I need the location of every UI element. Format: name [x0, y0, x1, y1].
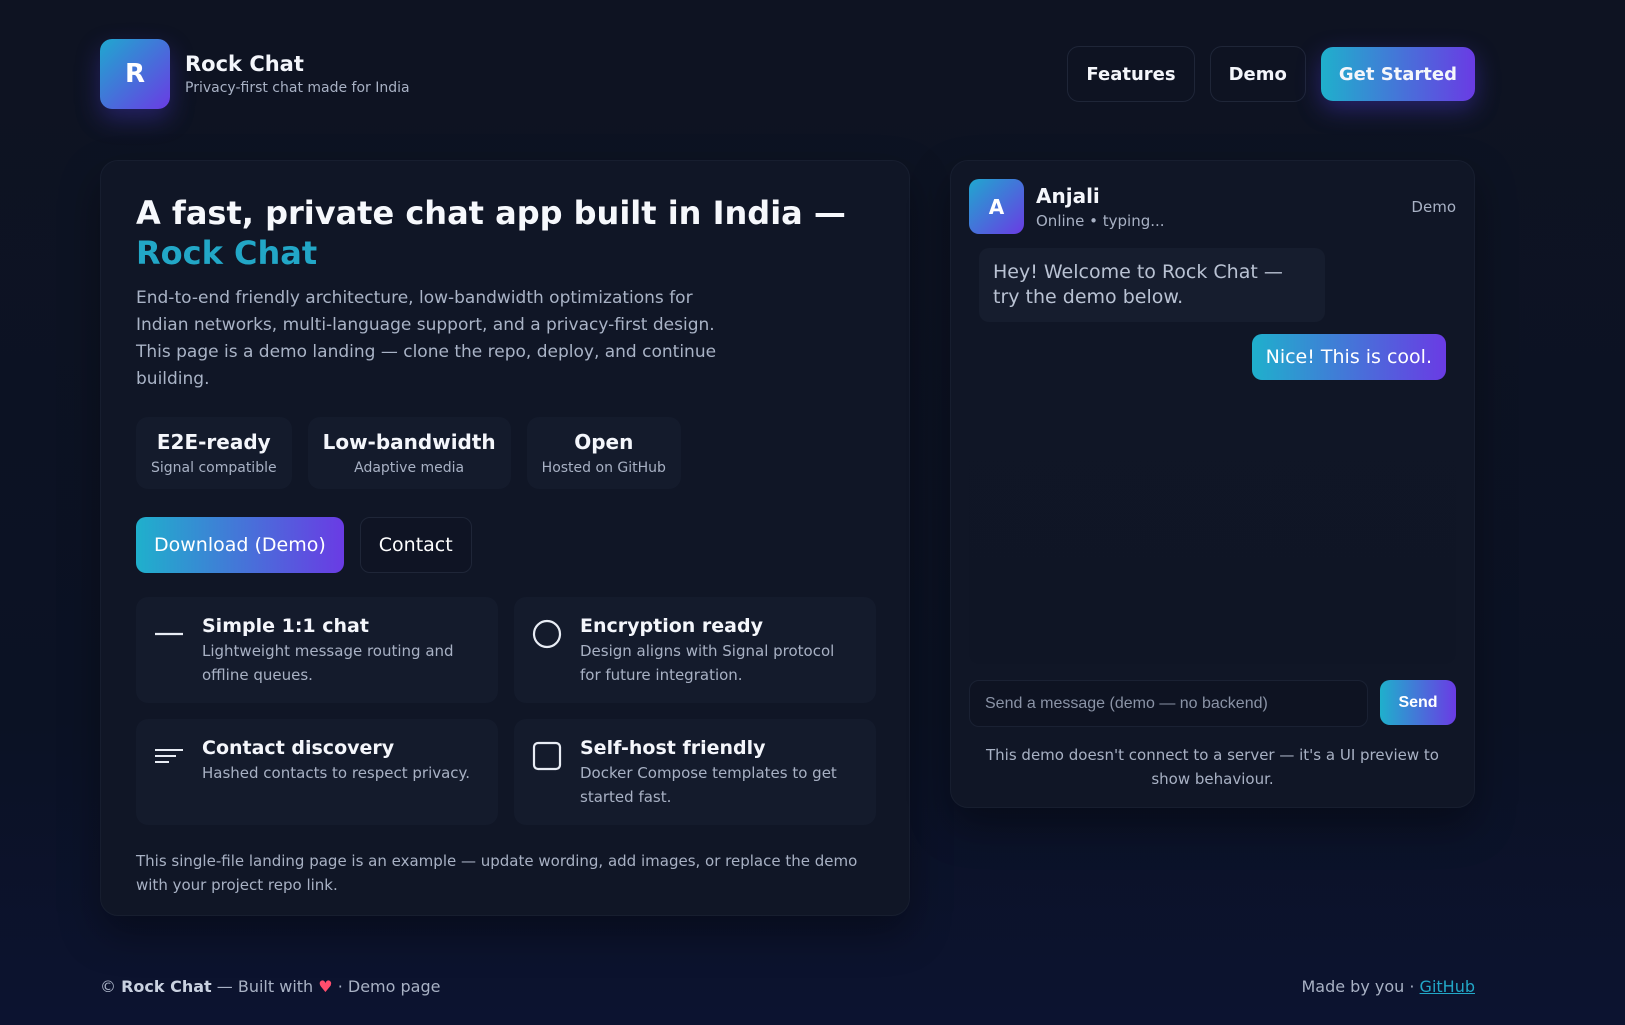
contact-button[interactable]: Contact	[359, 517, 472, 573]
feature-text: Self-host friendly Docker Compose templa…	[580, 737, 858, 825]
feature-card-contacts: Contact discovery Hashed contacts to res…	[136, 719, 498, 825]
feature-description: Hashed contacts to respect privacy.	[202, 764, 471, 782]
nav-demo-button[interactable]: Demo	[1209, 46, 1306, 102]
chat-user-info: Anjali Online • typing...	[1036, 184, 1165, 230]
cta-row: Download (Demo) Contact	[136, 517, 874, 573]
stat-bandwidth: Low-bandwidth Adaptive media	[307, 417, 511, 489]
footer-brand: Rock Chat	[121, 977, 212, 996]
stat-open: Open Hosted on GitHub	[526, 417, 681, 489]
chat-status: Online • typing...	[1036, 211, 1165, 230]
top-nav: Features Demo Get Started	[1067, 46, 1475, 102]
incoming-message: Hey! Welcome to Rock Chat — try the demo…	[979, 248, 1325, 322]
feature-text: Simple 1:1 chat Lightweight message rout…	[202, 615, 480, 703]
site-footer: © Rock Chat — Built with ♥ · Demo page M…	[100, 977, 1475, 996]
feature-text: Contact discovery Hashed contacts to res…	[202, 737, 470, 825]
footer-left: © Rock Chat — Built with ♥ · Demo page	[100, 977, 440, 996]
features-grid: Simple 1:1 chat Lightweight message rout…	[136, 597, 876, 825]
message-input[interactable]	[969, 680, 1368, 727]
stat-subtitle: Signal compatible	[151, 460, 277, 476]
feature-description: Lightweight message routing and offline …	[202, 642, 454, 684]
avatar: A	[969, 179, 1024, 234]
feature-title: Self-host friendly	[580, 737, 766, 759]
footer-demo-page: · Demo page	[337, 977, 441, 996]
dash-icon	[154, 619, 184, 649]
message-list[interactable]: Hey! Welcome to Rock Chat — try the demo…	[969, 248, 1456, 664]
hero-title: A fast, private chat app built in India …	[136, 193, 874, 273]
nav-features-button[interactable]: Features	[1067, 46, 1195, 102]
hero-title-main: A fast, private chat app built in India …	[136, 194, 846, 232]
heart-icon: ♥	[318, 977, 333, 996]
brand-text: Rock Chat Privacy-first chat made for In…	[185, 52, 410, 96]
message-composer: Send	[969, 680, 1456, 727]
outgoing-message: Nice! This is cool.	[1251, 334, 1446, 380]
square-icon	[532, 741, 562, 771]
download-button[interactable]: Download (Demo)	[136, 517, 344, 573]
chat-contact-name: Anjali	[1036, 183, 1100, 208]
feature-title: Contact discovery	[202, 737, 395, 759]
footer-built-with: — Built with	[216, 977, 314, 996]
footer-made-by: Made by you ·	[1301, 977, 1415, 996]
lines-icon	[154, 741, 184, 771]
feature-text: Encryption ready Design aligns with Sign…	[580, 615, 858, 703]
stats-row: E2E-ready Signal compatible Low-bandwidt…	[136, 417, 874, 489]
feature-title: Simple 1:1 chat	[202, 615, 369, 637]
footer-right: Made by you · GitHub	[1301, 977, 1475, 996]
stat-e2e: E2E-ready Signal compatible	[136, 417, 292, 489]
hero-description: End-to-end friendly architecture, low-ba…	[136, 288, 717, 389]
github-link[interactable]: GitHub	[1420, 977, 1475, 996]
hero-note: This single-file landing page is an exam…	[136, 852, 858, 894]
site-header: R Rock Chat Privacy-first chat made for …	[100, 39, 1475, 109]
stat-subtitle: Adaptive media	[354, 460, 465, 476]
stat-subtitle: Hosted on GitHub	[541, 460, 666, 476]
stat-title: Open	[574, 430, 634, 454]
hero-card: A fast, private chat app built in India …	[100, 160, 910, 916]
feature-title: Encryption ready	[580, 615, 763, 637]
brand-subtitle: Privacy-first chat made for India	[185, 80, 410, 96]
feature-description: Docker Compose templates to get started …	[580, 764, 837, 806]
chat-header: A Anjali Online • typing... Demo	[969, 179, 1456, 234]
copyright-symbol: ©	[100, 977, 116, 996]
send-button[interactable]: Send	[1380, 680, 1456, 725]
brand-title: Rock Chat	[185, 52, 304, 76]
circle-icon	[532, 619, 562, 649]
chat-note: This demo doesn't connect to a server — …	[986, 746, 1439, 788]
stat-title: Low-bandwidth	[322, 430, 496, 454]
feature-description: Design aligns with Signal protocol for f…	[580, 642, 835, 684]
hero-title-accent: Rock Chat	[136, 234, 318, 272]
chat-user: A Anjali Online • typing...	[969, 179, 1165, 234]
stat-title: E2E-ready	[156, 430, 271, 454]
get-started-button[interactable]: Get Started	[1320, 47, 1475, 101]
brand[interactable]: R Rock Chat Privacy-first chat made for …	[100, 39, 410, 109]
brand-logo: R	[100, 39, 170, 109]
feature-card-selfhost: Self-host friendly Docker Compose templa…	[514, 719, 876, 825]
feature-card-chat: Simple 1:1 chat Lightweight message rout…	[136, 597, 498, 703]
demo-badge: Demo	[1411, 197, 1456, 216]
chat-demo-card: A Anjali Online • typing... Demo Hey! We…	[950, 160, 1475, 808]
feature-card-encryption: Encryption ready Design aligns with Sign…	[514, 597, 876, 703]
